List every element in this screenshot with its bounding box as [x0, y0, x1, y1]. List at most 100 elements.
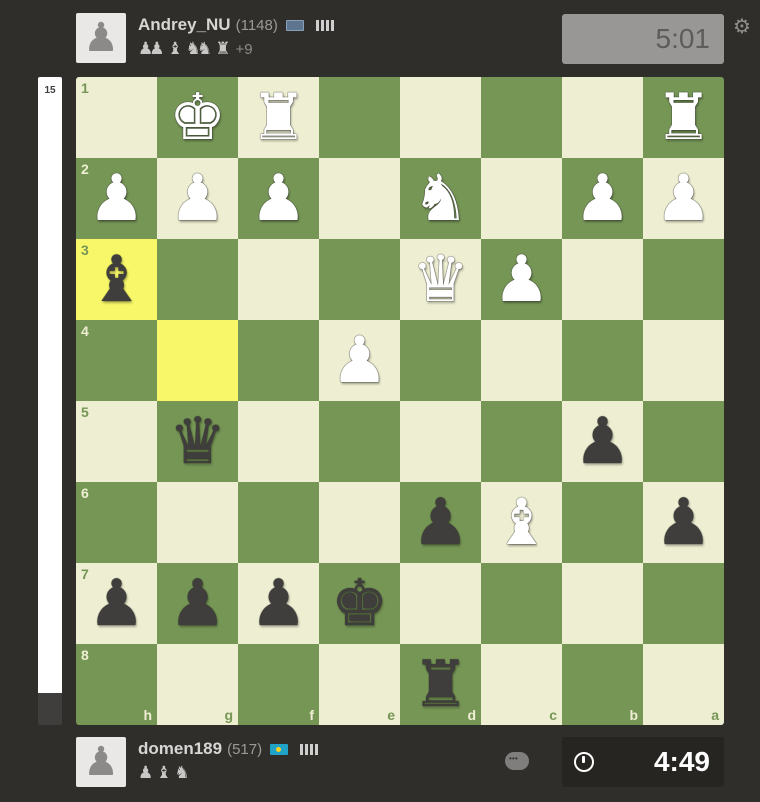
white-pawn-icon[interactable]: ♟ — [319, 320, 400, 401]
white-pawn-icon[interactable]: ♟ — [562, 158, 643, 239]
white-pawn-icon[interactable]: ♟ — [481, 239, 562, 320]
square-g7[interactable]: ♟ — [157, 563, 238, 644]
square-b4[interactable] — [562, 320, 643, 401]
square-e7[interactable]: ♚ — [319, 563, 400, 644]
square-e2[interactable] — [319, 158, 400, 239]
white-pawn-icon[interactable]: ♟ — [238, 158, 319, 239]
square-d4[interactable] — [400, 320, 481, 401]
chat-icon[interactable] — [505, 752, 529, 770]
top-player-avatar[interactable]: ♟ — [76, 13, 126, 63]
square-h3[interactable]: 3 ♝ — [76, 239, 157, 320]
black-pawn-icon[interactable]: ♟ — [643, 482, 724, 563]
square-f5[interactable] — [238, 401, 319, 482]
pawn-avatar-icon: ♟ — [83, 739, 119, 785]
square-f7[interactable]: ♟ — [238, 563, 319, 644]
square-f6[interactable] — [238, 482, 319, 563]
square-d3[interactable]: ♛ — [400, 239, 481, 320]
square-b2[interactable]: ♟ — [562, 158, 643, 239]
square-g4[interactable] — [157, 320, 238, 401]
gear-icon[interactable]: ⚙ — [733, 14, 751, 38]
black-rook-icon[interactable]: ♜ — [400, 644, 481, 725]
bottom-player-name[interactable]: domen189 — [138, 739, 222, 759]
white-pawn-icon[interactable]: ♟ — [643, 158, 724, 239]
chess-board[interactable]: 1 ♚ ♜ ♜ 2 ♟ ♟ ♟ ♞ ♟ ♟ 3 ♝ ♛ ♟ 4 ♟ 5 ♛ ♟ 6 ♟ ♝ ♟ 7 ♟ ♟ ♟ ♚ 8 h g f e d ♜ c b a — [76, 77, 724, 725]
square-b7[interactable] — [562, 563, 643, 644]
square-d1[interactable] — [400, 77, 481, 158]
square-g2[interactable]: ♟ — [157, 158, 238, 239]
square-c8[interactable]: c — [481, 644, 562, 725]
square-e5[interactable] — [319, 401, 400, 482]
square-g1[interactable]: ♚ — [157, 77, 238, 158]
white-pawn-icon[interactable]: ♟ — [157, 158, 238, 239]
square-h2[interactable]: 2 ♟ — [76, 158, 157, 239]
square-e8[interactable]: e — [319, 644, 400, 725]
square-a1[interactable]: ♜ — [643, 77, 724, 158]
square-c3[interactable]: ♟ — [481, 239, 562, 320]
square-a6[interactable]: ♟ — [643, 482, 724, 563]
white-king-icon[interactable]: ♚ — [157, 77, 238, 158]
square-g8[interactable]: g — [157, 644, 238, 725]
top-player-panel: ♟ Andrey_NU (1148) ♟♟ ♝ ♞♞ ♜ +9 — [76, 13, 334, 65]
black-pawn-icon[interactable]: ♟ — [562, 401, 643, 482]
square-f4[interactable] — [238, 320, 319, 401]
black-queen-icon[interactable]: ♛ — [157, 401, 238, 482]
square-d5[interactable] — [400, 401, 481, 482]
square-f8[interactable]: f — [238, 644, 319, 725]
bottom-player-avatar[interactable]: ♟ — [76, 737, 126, 787]
square-a7[interactable] — [643, 563, 724, 644]
black-bishop-icon[interactable]: ♝ — [76, 239, 157, 320]
square-f1[interactable]: ♜ — [238, 77, 319, 158]
black-pawn-icon[interactable]: ♟ — [76, 563, 157, 644]
white-rook-icon[interactable]: ♜ — [238, 77, 319, 158]
square-c7[interactable] — [481, 563, 562, 644]
square-e3[interactable] — [319, 239, 400, 320]
square-d2[interactable]: ♞ — [400, 158, 481, 239]
white-rook-icon[interactable]: ♜ — [643, 77, 724, 158]
square-f2[interactable]: ♟ — [238, 158, 319, 239]
square-b8[interactable]: b — [562, 644, 643, 725]
black-pawn-icon[interactable]: ♟ — [238, 563, 319, 644]
white-knight-icon[interactable]: ♞ — [400, 158, 481, 239]
square-h7[interactable]: 7 ♟ — [76, 563, 157, 644]
square-c5[interactable] — [481, 401, 562, 482]
square-a3[interactable] — [643, 239, 724, 320]
white-pawn-icon[interactable]: ♟ — [76, 158, 157, 239]
square-h5[interactable]: 5 — [76, 401, 157, 482]
square-e6[interactable] — [319, 482, 400, 563]
kazakhstan-flag-icon — [270, 743, 289, 755]
square-d8[interactable]: d ♜ — [400, 644, 481, 725]
square-h4[interactable]: 4 — [76, 320, 157, 401]
bottom-clock-time: 4:49 — [653, 746, 710, 777]
square-g3[interactable] — [157, 239, 238, 320]
top-player-name[interactable]: Andrey_NU — [138, 15, 231, 35]
square-h6[interactable]: 6 — [76, 482, 157, 563]
square-d7[interactable] — [400, 563, 481, 644]
square-b5[interactable]: ♟ — [562, 401, 643, 482]
white-bishop-icon[interactable]: ♝ — [481, 482, 562, 563]
square-h8[interactable]: 8h — [76, 644, 157, 725]
black-pawn-icon[interactable]: ♟ — [157, 563, 238, 644]
square-g6[interactable] — [157, 482, 238, 563]
square-d6[interactable]: ♟ — [400, 482, 481, 563]
square-a4[interactable] — [643, 320, 724, 401]
square-b6[interactable] — [562, 482, 643, 563]
square-c1[interactable] — [481, 77, 562, 158]
square-c4[interactable] — [481, 320, 562, 401]
square-a2[interactable]: ♟ — [643, 158, 724, 239]
black-pawn-icon[interactable]: ♟ — [400, 482, 481, 563]
square-e1[interactable] — [319, 77, 400, 158]
square-b1[interactable] — [562, 77, 643, 158]
pawn-avatar-icon: ♟ — [83, 15, 119, 61]
square-a5[interactable] — [643, 401, 724, 482]
square-a8[interactable]: a — [643, 644, 724, 725]
square-b3[interactable] — [562, 239, 643, 320]
square-g5[interactable]: ♛ — [157, 401, 238, 482]
square-c6[interactable]: ♝ — [481, 482, 562, 563]
square-c2[interactable] — [481, 158, 562, 239]
black-king-icon[interactable]: ♚ — [319, 563, 400, 644]
square-f3[interactable] — [238, 239, 319, 320]
square-e4[interactable]: ♟ — [319, 320, 400, 401]
square-h1[interactable]: 1 — [76, 77, 157, 158]
white-queen-icon[interactable]: ♛ — [400, 239, 481, 320]
captured-rook-icon: ♜ — [215, 39, 230, 59]
